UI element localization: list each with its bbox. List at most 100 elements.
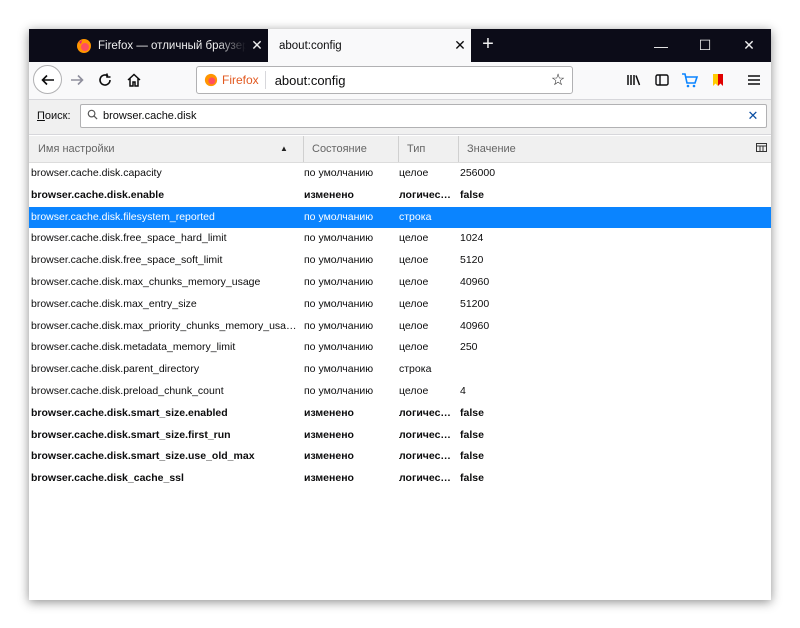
- pref-name-cell: browser.cache.disk_cache_ssl: [31, 472, 184, 485]
- table-row[interactable]: browser.cache.disk.preload_chunk_count по…: [29, 381, 771, 403]
- pref-name-cell: browser.cache.disk.enable: [31, 188, 165, 201]
- pref-state-cell: по умолчанию: [304, 254, 374, 267]
- column-header-state-label: Состояние: [312, 143, 367, 155]
- pref-type-cell: целое: [399, 167, 429, 179]
- pref-type-cell: логичес…: [399, 406, 451, 419]
- pref-state-cell: по умолчанию: [304, 232, 374, 245]
- pref-type-cell: целое: [399, 341, 429, 354]
- pref-state-cell: по умолчанию: [304, 167, 374, 179]
- reload-icon: [99, 73, 111, 86]
- table-row[interactable]: browser.cache.disk.max_chunks_memory_usa…: [29, 272, 771, 294]
- table-row[interactable]: browser.cache.disk.smart_size.use_old_ma…: [29, 446, 771, 468]
- pref-type-cell: логичес…: [399, 472, 451, 485]
- library-button[interactable]: [622, 68, 646, 92]
- column-header-type[interactable]: Тип: [398, 136, 458, 162]
- pref-type-cell: строка: [399, 363, 432, 376]
- url-text[interactable]: about:config: [266, 73, 544, 88]
- minimize-button[interactable]: —: [639, 29, 683, 62]
- column-header-name[interactable]: Имя настройки: [38, 136, 298, 162]
- table-row[interactable]: browser.cache.disk.smart_size.enabled изм…: [29, 403, 771, 425]
- sort-ascending-icon: ▲: [280, 144, 288, 153]
- pref-value-cell: false: [460, 428, 484, 441]
- url-bar[interactable]: Firefox about:config ☆: [196, 66, 573, 94]
- search-input[interactable]: [103, 110, 740, 122]
- clear-search-icon[interactable]: ✕: [740, 108, 766, 124]
- pref-name-cell: browser.cache.disk.parent_directory: [31, 363, 200, 376]
- title-bar: Firefox — отличный браузер для ✕ about:c…: [29, 29, 771, 62]
- pref-value-cell: false: [460, 450, 484, 463]
- pref-state-cell: изменено: [304, 406, 354, 419]
- table-row[interactable]: browser.cache.disk.metadata_memory_limit…: [29, 337, 771, 359]
- pref-state-cell: по умолчанию: [304, 319, 374, 332]
- column-header-state[interactable]: Состояние: [303, 136, 398, 162]
- bookmark-flag-icon: [713, 74, 723, 86]
- identity-box[interactable]: Firefox: [197, 71, 266, 89]
- arrow-right-icon: [71, 74, 84, 86]
- search-label: Поиск:: [37, 110, 71, 122]
- pref-state-cell: по умолчанию: [304, 210, 374, 223]
- table-row[interactable]: browser.cache.disk_cache_ssl изменено логи…: [29, 468, 771, 490]
- table-row[interactable]: browser.cache.disk.enable изменено логичес…: [29, 185, 771, 207]
- pref-name-cell: browser.cache.disk.smart_size.use_old_ma…: [31, 450, 255, 463]
- pref-value-cell: 40960: [460, 275, 490, 288]
- hamburger-menu-icon: [748, 75, 760, 85]
- column-header-value-label: Значение: [467, 143, 516, 155]
- tab-close-icon[interactable]: ✕: [449, 37, 471, 54]
- forward-button[interactable]: [65, 68, 89, 92]
- search-box[interactable]: ✕: [80, 104, 767, 128]
- pref-type-cell: целое: [399, 297, 429, 310]
- pref-value-cell: 1024: [460, 232, 484, 245]
- pref-state-cell: по умолчанию: [304, 297, 374, 310]
- table-row[interactable]: browser.cache.disk.free_space_soft_limit…: [29, 250, 771, 272]
- sidebar-icon: [655, 74, 669, 86]
- pref-name-cell: browser.cache.disk.smart_size.first_run: [31, 428, 231, 441]
- pref-value-cell: false: [460, 188, 484, 201]
- pref-value-cell: 256000: [460, 167, 496, 179]
- close-window-button[interactable]: ✕: [727, 29, 771, 62]
- home-icon: [127, 73, 141, 87]
- pref-value-cell: 51200: [460, 297, 490, 310]
- reload-button[interactable]: [93, 68, 117, 92]
- cart-button[interactable]: [678, 68, 702, 92]
- table-row[interactable]: browser.cache.disk.smart_size.first_run и…: [29, 425, 771, 447]
- cart-icon: [682, 73, 699, 88]
- pref-name-cell: browser.cache.disk.filesystem_reported: [31, 210, 215, 223]
- table-row[interactable]: browser.cache.disk.capacity по умолчанию ц…: [29, 163, 771, 185]
- maximize-button[interactable]: ☐: [683, 29, 727, 62]
- nav-toolbar: Firefox about:config ☆: [29, 62, 771, 100]
- column-picker-icon[interactable]: [755, 142, 767, 154]
- arrow-left-icon: [40, 74, 54, 85]
- pref-name-cell: browser.cache.disk.free_space_soft_limit: [31, 254, 223, 267]
- firefox-logo-icon: [77, 38, 91, 53]
- identity-label: Firefox: [222, 73, 259, 87]
- pref-state-cell: изменено: [304, 188, 354, 201]
- pref-state-cell: по умолчанию: [304, 384, 374, 397]
- pref-type-cell: целое: [399, 319, 429, 332]
- pref-name-cell: browser.cache.disk.max_priority_chunks_m…: [31, 319, 297, 332]
- back-button[interactable]: [33, 65, 62, 94]
- bookmark-star-icon[interactable]: ☆: [544, 70, 572, 90]
- search-label-accesskey: П: [37, 110, 45, 122]
- column-header-type-label: Тип: [407, 143, 426, 155]
- menu-button[interactable]: [742, 68, 766, 92]
- table-row[interactable]: browser.cache.disk.parent_directory по ум…: [29, 359, 771, 381]
- pref-name-cell: browser.cache.disk.smart_size.enabled: [31, 406, 228, 419]
- tab-close-icon[interactable]: ✕: [246, 37, 268, 54]
- new-tab-button[interactable]: +: [477, 33, 499, 57]
- pref-value-cell: 5120: [460, 254, 484, 267]
- pref-state-cell: по умолчанию: [304, 341, 374, 354]
- table-row[interactable]: browser.cache.disk.max_entry_size по умол…: [29, 294, 771, 316]
- tab-firefox[interactable]: Firefox — отличный браузер для ✕: [66, 29, 268, 62]
- pref-state-cell: по умолчанию: [304, 363, 374, 376]
- browser-window: Firefox — отличный браузер для ✕ about:c…: [29, 29, 771, 600]
- pref-type-cell: логичес…: [399, 428, 451, 441]
- tab-about-config[interactable]: about:config ✕: [268, 29, 471, 62]
- table-row[interactable]: browser.cache.disk.free_space_hard_limit…: [29, 228, 771, 250]
- table-row[interactable]: browser.cache.disk.filesystem_reported по…: [29, 206, 771, 229]
- search-label-rest: оиск:: [44, 110, 71, 122]
- sidebar-button[interactable]: [650, 68, 674, 92]
- bookmark-flag-button[interactable]: [706, 68, 730, 92]
- home-button[interactable]: [122, 68, 146, 92]
- column-header-value[interactable]: Значение: [458, 136, 748, 162]
- table-row[interactable]: browser.cache.disk.max_priority_chunks_m…: [29, 316, 771, 338]
